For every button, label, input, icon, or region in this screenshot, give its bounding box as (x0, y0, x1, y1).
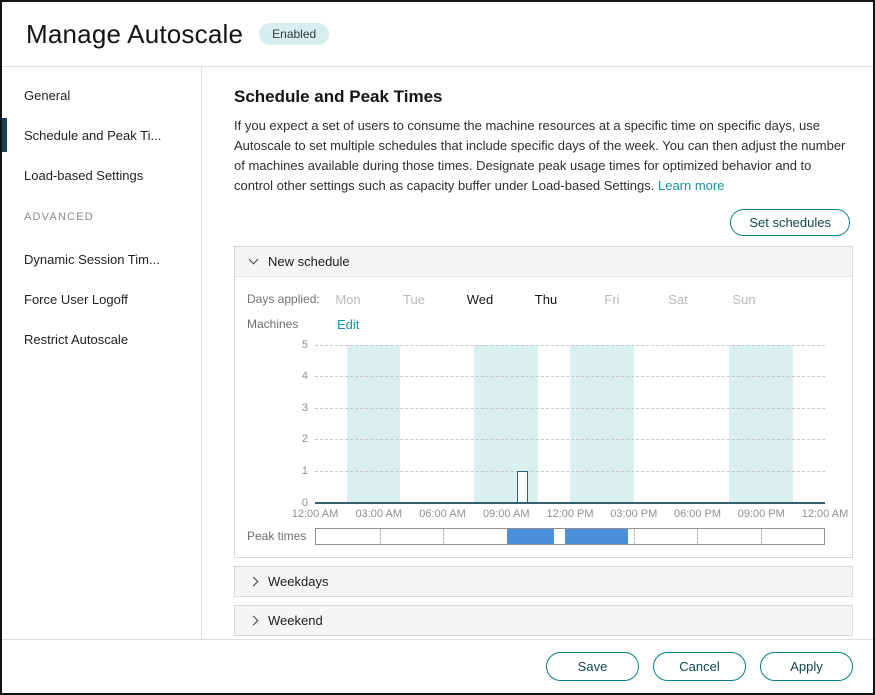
peak-times-row: Peak times (247, 528, 840, 545)
x-tick-label: 09:00 AM (483, 508, 529, 520)
day-tue: Tue (381, 292, 447, 307)
accordion-title: Weekend (268, 613, 323, 628)
chart-highlight-band (347, 345, 400, 503)
y-tick-label: 2 (302, 433, 308, 445)
new-schedule-accordion-header[interactable]: New schedule (235, 247, 852, 276)
days-applied: Mon Tue Wed Thu Fri Sat Sun (315, 292, 777, 307)
learn-more-link[interactable]: Learn more (658, 178, 724, 193)
window-header: Manage Autoscale Enabled (2, 2, 873, 66)
chevron-right-icon (249, 615, 259, 625)
new-schedule-accordion: New schedule Days applied: Mon Tue Wed T… (234, 246, 853, 558)
schedule-toolbar: Set schedules (234, 209, 850, 236)
cancel-button[interactable]: Cancel (653, 652, 746, 681)
apply-button[interactable]: Apply (760, 652, 853, 681)
weekdays-accordion-header[interactable]: Weekdays (235, 567, 852, 596)
chart-gridline (315, 471, 825, 472)
x-tick-label: 12:00 AM (292, 508, 338, 520)
machines-chart-plot: 012345 (315, 345, 825, 503)
description: If you expect a set of users to consume … (234, 116, 853, 197)
manage-autoscale-window: Manage Autoscale Enabled General Schedul… (0, 0, 875, 695)
peak-times-segment (507, 529, 555, 544)
x-tick-label: 03:00 AM (356, 508, 402, 520)
sidebar-item-load-based-settings[interactable]: Load-based Settings (2, 155, 201, 195)
section-heading: Schedule and Peak Times (234, 87, 853, 107)
x-tick-label: 09:00 PM (738, 508, 785, 520)
days-applied-row: Days applied: Mon Tue Wed Thu Fri Sat Su… (247, 287, 840, 312)
peak-times-tick (761, 529, 762, 544)
machines-chart: 012345 12:00 AM 03:00 AM 06:00 AM 09:00 AM 1… (247, 345, 840, 524)
accordion-title: Weekdays (268, 574, 328, 589)
peak-times-tick (634, 529, 635, 544)
set-schedules-button[interactable]: Set schedules (730, 209, 850, 236)
machines-row: Machines Edit (247, 312, 840, 337)
page-title: Manage Autoscale (26, 19, 243, 50)
x-axis-labels: 12:00 AM03:00 AM06:00 AM09:00 AM12:00 PM… (315, 503, 825, 524)
chart-gridline (315, 376, 825, 377)
sidebar-item-dynamic-session-timeout[interactable]: Dynamic Session Tim... (2, 239, 201, 279)
accordion-title: New schedule (268, 254, 350, 269)
day-thu: Thu (513, 292, 579, 307)
day-fri: Fri (579, 292, 645, 307)
weekdays-accordion: Weekdays (234, 566, 853, 597)
x-tick-label: 06:00 AM (419, 508, 465, 520)
weekend-accordion: Weekend (234, 605, 853, 636)
sidebar-item-restrict-autoscale[interactable]: Restrict Autoscale (2, 319, 201, 359)
machines-label: Machines (247, 317, 315, 331)
y-tick-label: 1 (302, 465, 308, 477)
window-body: General Schedule and Peak Ti... Load-bas… (2, 66, 873, 639)
x-tick-label: 06:00 PM (674, 508, 721, 520)
main-content: Schedule and Peak Times If you expect a … (202, 67, 873, 639)
sidebar-item-schedule-and-peak-times[interactable]: Schedule and Peak Ti... (2, 115, 201, 155)
peak-times-tick (443, 529, 444, 544)
sidebar-section-advanced: ADVANCED (2, 195, 201, 239)
day-wed: Wed (447, 292, 513, 307)
x-tick-label: 12:00 AM (802, 508, 848, 520)
x-tick-label: 12:00 PM (546, 508, 593, 520)
footer: Save Cancel Apply (2, 639, 873, 693)
peak-times-label: Peak times (247, 529, 315, 543)
y-tick-label: 5 (302, 339, 308, 351)
save-button[interactable]: Save (546, 652, 639, 681)
peak-times-tick (697, 529, 698, 544)
peak-times-segment (565, 529, 629, 544)
chart-gridline (315, 345, 825, 346)
weekend-accordion-header[interactable]: Weekend (235, 606, 852, 635)
days-applied-label: Days applied: (247, 292, 315, 306)
day-mon: Mon (315, 292, 381, 307)
chevron-right-icon (249, 576, 259, 586)
chart-highlight-band (729, 345, 793, 503)
y-tick-label: 4 (302, 370, 308, 382)
sidebar-item-general[interactable]: General (2, 75, 201, 115)
chart-gridline (315, 439, 825, 440)
chart-highlight-band (570, 345, 634, 503)
chart-gridline (315, 408, 825, 409)
machines-step (517, 471, 528, 503)
day-sun: Sun (711, 292, 777, 307)
chart-highlight-band (474, 345, 538, 503)
edit-machines-link[interactable]: Edit (337, 317, 359, 332)
y-tick-label: 3 (302, 402, 308, 414)
sidebar-item-force-user-logoff[interactable]: Force User Logoff (2, 279, 201, 319)
status-badge: Enabled (259, 23, 329, 45)
x-tick-label: 03:00 PM (610, 508, 657, 520)
peak-times-bar[interactable] (315, 528, 825, 545)
new-schedule-accordion-body: Days applied: Mon Tue Wed Thu Fri Sat Su… (235, 276, 852, 557)
description-text: If you expect a set of users to consume … (234, 118, 845, 193)
sidebar: General Schedule and Peak Ti... Load-bas… (2, 67, 202, 639)
peak-times-tick (380, 529, 381, 544)
day-sat: Sat (645, 292, 711, 307)
chevron-down-icon (249, 255, 259, 265)
